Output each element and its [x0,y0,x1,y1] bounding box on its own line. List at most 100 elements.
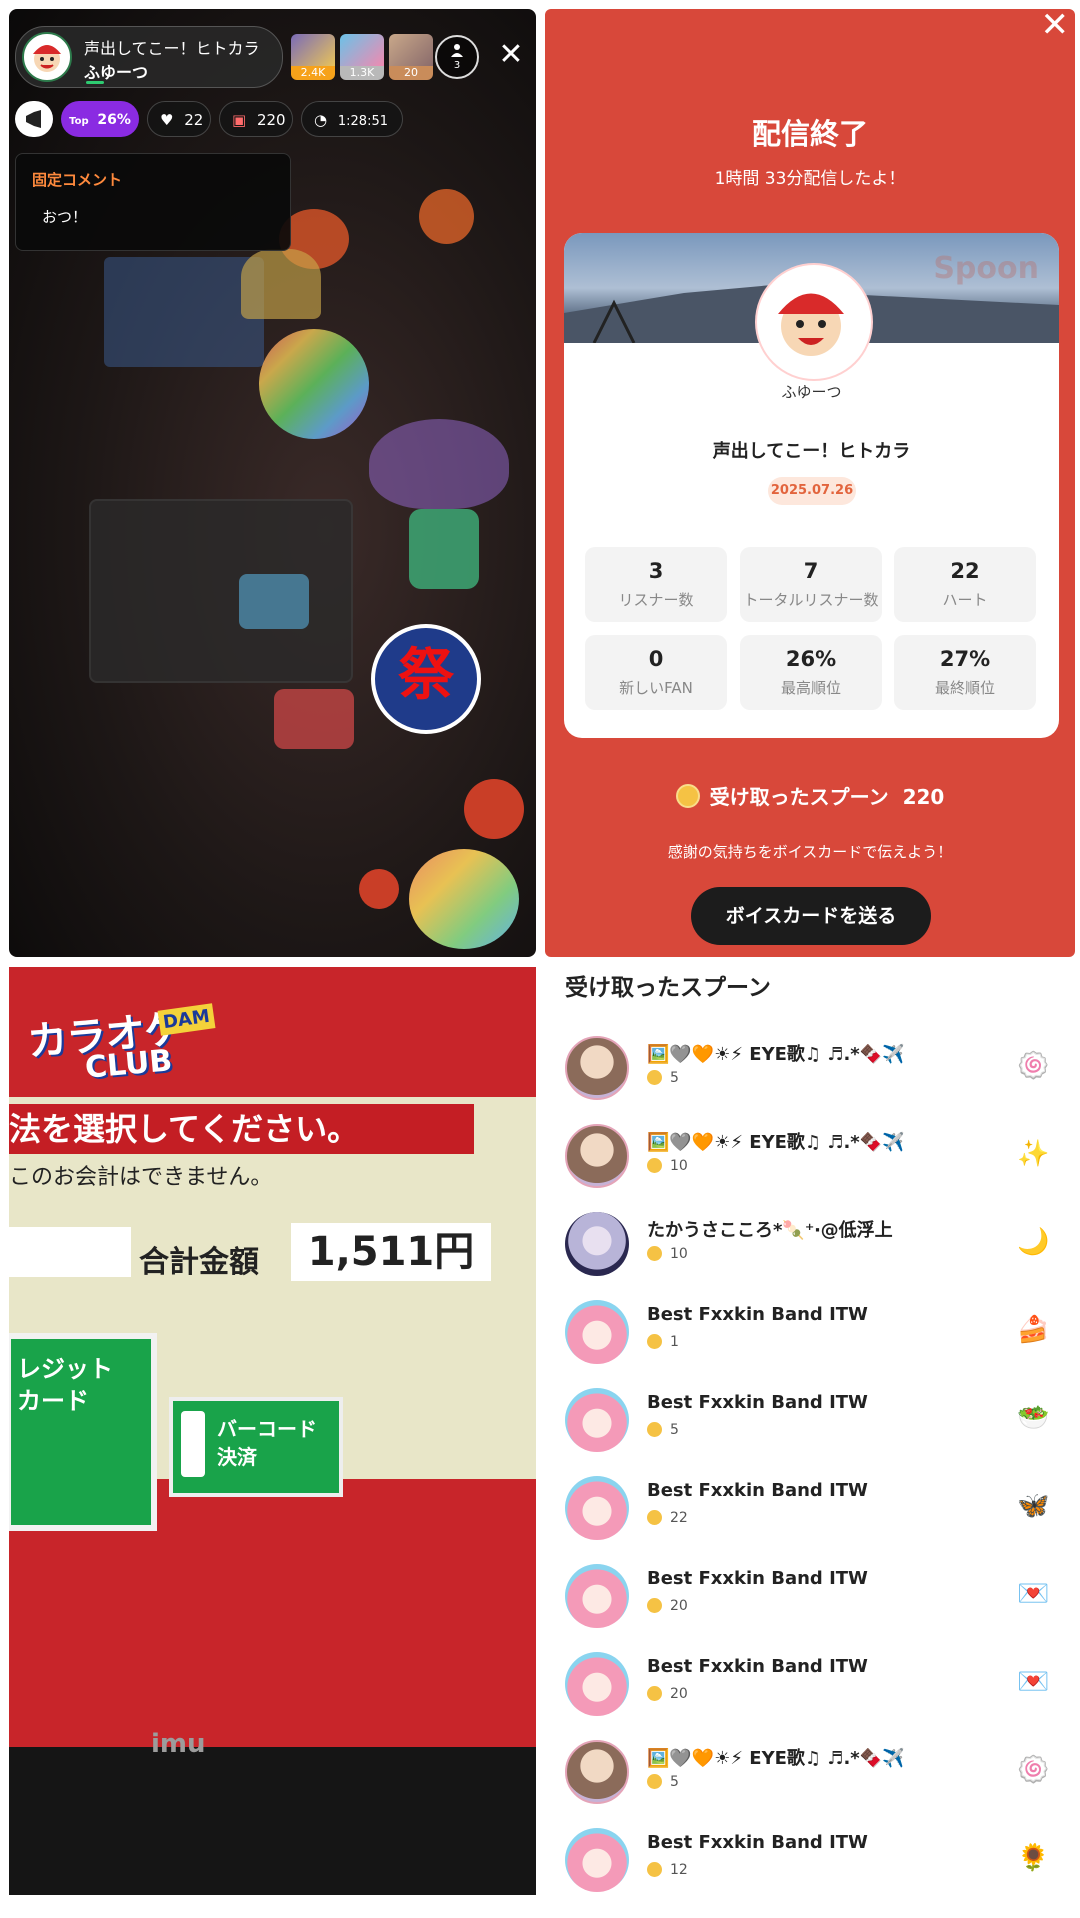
clock-icon: ◔ [314,111,328,129]
gift-sticker-icon: ✨ [1017,1139,1050,1169]
close-icon[interactable]: ✕ [495,37,527,73]
whale-effect [369,419,509,509]
user-name: たかうさこころ*🍡⁺‧@低浮上 [647,1220,893,1241]
stat-value: 27% [939,647,991,671]
broadcast-date: 2025.07.26 [768,477,856,505]
user-name: Best Fxxkin Band ITW [647,1832,868,1853]
user-avatar[interactable] [565,1740,629,1804]
stat-highest-rank: 26% 最高順位 [740,635,882,710]
gift-sticker-icon: 💌 [1017,1667,1050,1697]
lantern-effect [419,189,474,244]
dj-avatar [757,265,871,379]
lantern-effect [359,869,399,909]
list-item[interactable]: Best Fxxkin Band ITW 5 🥗 [545,1376,1080,1464]
host-name: ふゆーつ [84,63,149,82]
list-item[interactable]: 🖼️🩶🧡☀︎⚡︎ EYE歌♫ ♬.*🍫✈️ 10 ✨ [545,1112,1080,1200]
spoon-coin-icon [647,1158,662,1173]
list-item[interactable]: Best Fxxkin Band ITW 22 🦋 [545,1464,1080,1552]
top-supporter-2[interactable]: 1.3K [340,34,384,80]
spoon-coin-icon [647,1422,662,1437]
total-amount: 1,511円 [291,1223,491,1281]
list-item[interactable]: Best Fxxkin Band ITW 1 🍰 [545,1288,1080,1376]
stat-label: 最高順位 [780,679,841,697]
user-name: 🖼️🩶🧡☀︎⚡︎ EYE歌♫ ♬.*🍫✈️ [647,1748,905,1769]
list-item[interactable]: Best Fxxkin Band ITW 12 🌻 [545,1816,1080,1904]
supporter-amount: 2.4K [291,66,335,80]
payment-screen: 法を選択してください。 このお会計はできません。 合計金額 1,511円 レジッ… [9,1097,536,1531]
gift-sticker-icon: 🥗 [1017,1403,1050,1433]
spoon-coin-icon [647,1334,662,1349]
heart-count: 22 [184,111,204,129]
list-item[interactable]: 🖼️🩶🧡☀︎⚡︎ EYE歌♫ ♬.*🍫✈️ 5 🍥 [545,1728,1080,1816]
summary-card: Spoon ふゆーつ 声出してこー！ヒトカラ 2025.07.26 3 リスナー… [564,233,1059,738]
host-avatar[interactable] [22,32,72,82]
end-title: 配信終了 [751,117,868,151]
list-item[interactable]: 🖼️🩶🧡☀︎⚡︎ EYE歌♫ ♬.*🍫✈️ 5 🍥 [545,1024,1080,1112]
user-avatar[interactable] [565,1124,629,1188]
stat-hearts: 22 ハート [894,547,1036,622]
notice-button[interactable] [15,101,53,137]
user-avatar[interactable] [565,1828,629,1892]
cotton-candy-effect [409,849,519,949]
gift-count-chip[interactable]: ▣ 220 [219,101,293,137]
user-avatar[interactable] [565,1388,629,1452]
spoon-watermark: Spoon [933,251,1039,286]
user-avatar[interactable] [565,1036,629,1100]
voice-card-prompt: 感謝の気持ちをボイスカードで伝えよう！ [667,843,953,861]
pinned-comment-text: おつ！ [42,208,88,226]
list-item[interactable]: たかうさこころ*🍡⁺‧@低浮上 10 🌙 [545,1200,1080,1288]
spoon-count: 10 [647,1158,688,1174]
broadcast-duration: 1時間 33分配信したよ！ [714,169,906,189]
close-icon[interactable]: ✕ [1041,9,1070,45]
phone-icon [181,1411,205,1477]
spoon-total: 受け取ったスプーン 220 [545,781,1075,810]
user-name: 🖼️🩶🧡☀︎⚡︎ EYE歌♫ ♬.*🍫✈️ [647,1132,905,1153]
credit-card-label: レジット カード [17,1355,113,1415]
list-item[interactable]: Best Fxxkin Band ITW 20 💌 [545,1552,1080,1640]
send-voice-card-button[interactable]: ボイスカードを送る [691,887,931,945]
user-avatar[interactable] [565,1300,629,1364]
user-avatar[interactable] [565,1652,629,1716]
top-supporter-3[interactable]: 20 [389,34,433,80]
listener-count-button[interactable]: 3 [435,35,479,79]
dj-name: ふゆーつ [781,383,842,401]
pinned-comment-label: 固定コメント [32,171,123,189]
spoon-count: 20 [647,1686,688,1702]
heart-count-chip[interactable]: ♥ 22 [147,101,211,137]
credit-card-option: レジット カード [9,1333,157,1531]
spoon-total-label: 受け取ったスプーン [709,785,889,809]
gift-sticker-icon: 🍥 [1017,1051,1050,1081]
top-supporter-1[interactable]: 2.4K [291,34,335,80]
gift-sticker-icon: 🌙 [1017,1227,1050,1257]
background-screen [104,257,264,367]
user-name: Best Fxxkin Band ITW [647,1392,868,1413]
user-avatar[interactable] [565,1212,629,1276]
karaoke-logo-club: CLUB [83,1043,174,1086]
list-item[interactable]: Best Fxxkin Band ITW 20 💌 [545,1640,1080,1728]
host-info-pill[interactable]: 声出してこー！ヒトカラ ふゆーつ [15,26,283,88]
stat-value: 26% [785,647,837,671]
person-icon [451,44,463,57]
spoon-coin-icon [675,784,700,808]
user-avatar[interactable] [565,1476,629,1540]
user-avatar[interactable] [565,1564,629,1628]
broadcast-end-panel: ✕ 配信終了 1時間 33分配信したよ！ Spoon ふゆーつ 声出してこー！ヒ… [545,9,1075,957]
monitor-brand: imu [151,1729,206,1759]
spoon-total-value: 220 [902,785,945,809]
megaphone-icon [26,110,41,128]
rank-badge[interactable]: Top 26% [61,101,139,137]
lantern-effect [464,779,524,839]
cotton-candy-effect [259,329,369,439]
barcode-payment-option: バーコード 決済 [169,1397,343,1497]
stat-label: 最終順位 [934,679,995,697]
spoon-coin-icon [647,1686,662,1701]
spoon-count: 10 [647,1246,688,1262]
heart-effect [241,249,321,319]
broadcast-title: 声出してこー！ヒトカラ [84,39,260,58]
gift-effect [409,509,479,589]
user-name: Best Fxxkin Band ITW [647,1480,868,1501]
spoon-coin-icon [647,1774,662,1789]
live-stream-panel: 祭 声出してこー！ヒトカラ ふゆーつ 2.4K 1.3K 20 3 ✕ Top … [9,9,536,957]
goldfish-bag-effect [239,574,309,629]
monitor-bezel [9,1747,536,1895]
